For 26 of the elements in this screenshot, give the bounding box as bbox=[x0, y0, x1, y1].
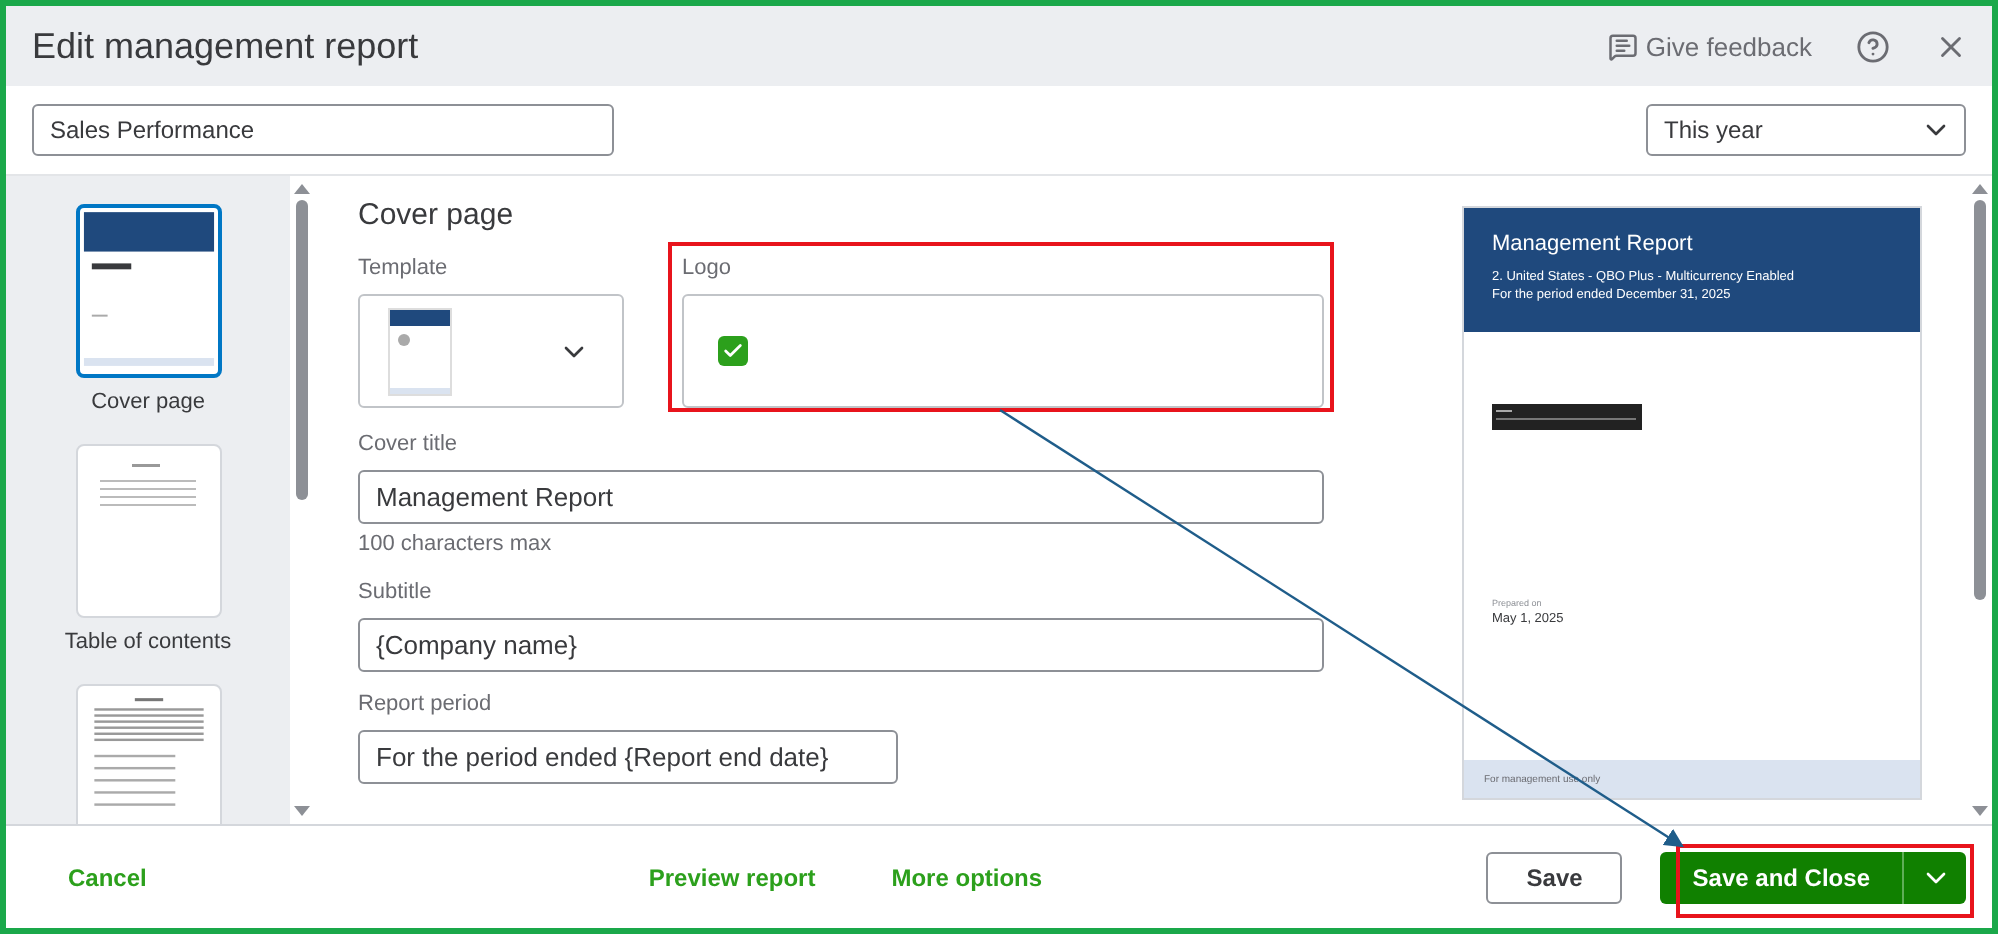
template-thumbnail-drawing bbox=[388, 307, 452, 395]
field-label: Logo bbox=[682, 256, 733, 280]
section-label: Cover page bbox=[91, 390, 205, 414]
report-name-field[interactable]: Sales Performance bbox=[32, 104, 614, 156]
check-icon bbox=[722, 340, 744, 362]
field-label: Template bbox=[358, 256, 450, 280]
section-label: Table of contents bbox=[64, 630, 232, 654]
window-title: Edit management report bbox=[32, 25, 421, 67]
logo-checkbox[interactable] bbox=[718, 336, 748, 366]
section-heading: Cover page bbox=[358, 198, 516, 232]
help-button[interactable] bbox=[1856, 29, 1890, 63]
field-label: Report period bbox=[358, 692, 494, 716]
page-thumbnail-drawing bbox=[100, 464, 196, 508]
logo-field[interactable] bbox=[682, 294, 1324, 408]
give-feedback-button[interactable]: Give feedback bbox=[1607, 31, 1812, 61]
character-limit-hint: 100 characters max bbox=[358, 532, 554, 556]
period-select[interactable]: This year bbox=[1646, 104, 1966, 156]
feedback-icon bbox=[1607, 31, 1638, 61]
cover-title-field[interactable]: Management Report bbox=[358, 470, 1324, 524]
field-label: Cover title bbox=[358, 432, 460, 456]
save-button[interactable]: Save bbox=[1486, 851, 1623, 903]
report-period-field[interactable]: For the period ended {Report end date} bbox=[358, 730, 898, 784]
preview-title: Management Report bbox=[1492, 232, 1695, 256]
field-label: Subtitle bbox=[358, 580, 434, 604]
template-select[interactable] bbox=[358, 294, 624, 408]
subtitle-field[interactable]: {Company name} bbox=[358, 618, 1324, 672]
